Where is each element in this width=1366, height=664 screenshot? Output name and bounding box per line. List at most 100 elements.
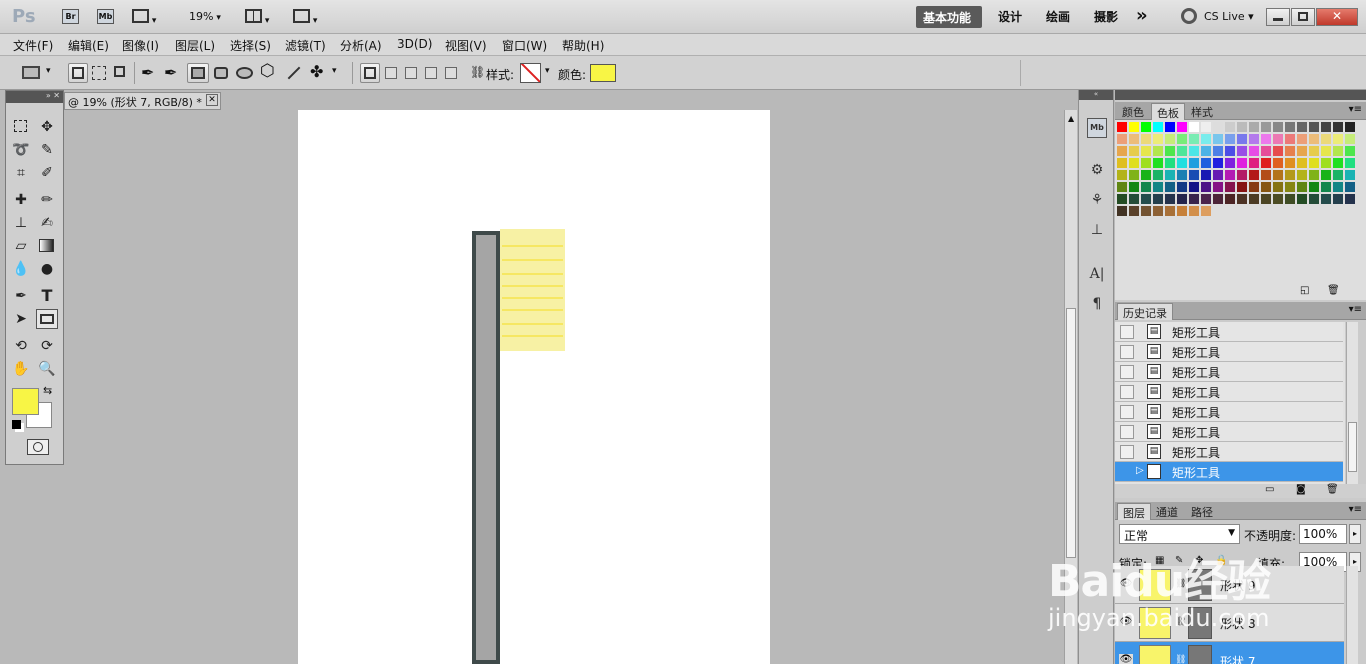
color-swatch[interactable]	[1249, 182, 1259, 192]
color-swatch[interactable]	[1297, 122, 1307, 132]
color-swatch[interactable]	[1273, 134, 1283, 144]
color-swatch[interactable]	[1117, 194, 1127, 204]
color-swatch[interactable]	[1345, 146, 1355, 156]
mini-bridge-panel-icon[interactable]: Mb	[1087, 118, 1107, 138]
brush-presets-icon[interactable]: ⚙	[1087, 162, 1107, 182]
color-swatch[interactable]	[1297, 194, 1307, 204]
color-swatch[interactable]	[1345, 158, 1355, 168]
color-swatch[interactable]	[1261, 170, 1271, 180]
color-swatch[interactable]	[1213, 182, 1223, 192]
history-brush-source-icon[interactable]: ▷	[1136, 465, 1144, 476]
color-swatch[interactable]	[1225, 182, 1235, 192]
new-document-from-state-icon[interactable]: ▭	[1265, 484, 1274, 495]
color-swatch[interactable]	[1321, 146, 1331, 156]
color-swatch[interactable]	[1213, 170, 1223, 180]
color-swatch[interactable]	[1189, 170, 1199, 180]
move-tool-icon[interactable]: ✥	[36, 117, 58, 137]
snapshot-icon[interactable]: ◙	[1296, 484, 1306, 495]
color-swatch[interactable]	[1165, 158, 1175, 168]
color-swatch[interactable]	[1309, 158, 1319, 168]
more-workspaces-icon[interactable]: »	[1136, 5, 1148, 26]
color-swatch[interactable]	[1345, 122, 1355, 132]
color-swatch[interactable]	[1153, 182, 1163, 192]
close-window-button[interactable]: ✕	[1316, 8, 1358, 26]
workspace-painting-button[interactable]: 绘画	[1046, 8, 1070, 25]
color-swatch[interactable]	[1213, 134, 1223, 144]
crop-icon[interactable]: ⌗	[10, 163, 32, 183]
color-swatch[interactable]	[1225, 194, 1235, 204]
lasso-icon[interactable]: ➰	[10, 140, 32, 160]
color-swatch[interactable]	[1129, 170, 1139, 180]
color-swatch[interactable]	[1249, 170, 1259, 180]
color-swatch[interactable]	[1177, 122, 1187, 132]
scroll-up-icon[interactable]: ▲	[1068, 114, 1074, 123]
tab-color[interactable]: 颜色	[1117, 103, 1149, 120]
history-state[interactable]: ▤ 矩形工具	[1115, 342, 1343, 362]
history-state[interactable]: ▤ 矩形工具	[1115, 322, 1343, 342]
panel-menu-icon[interactable]: ▾≡	[1349, 104, 1362, 115]
dodge-icon[interactable]: ●	[36, 259, 58, 279]
color-swatch[interactable]	[1333, 182, 1343, 192]
color-swatch[interactable]	[1129, 194, 1139, 204]
rectangle-tool-button[interactable]	[187, 63, 209, 83]
tab-paths[interactable]: 路径	[1186, 503, 1218, 520]
color-swatch[interactable]	[1249, 158, 1259, 168]
color-swatch[interactable]	[1165, 170, 1175, 180]
tab-styles[interactable]: 样式	[1186, 103, 1218, 120]
color-swatch[interactable]	[1237, 158, 1247, 168]
spot-healing-icon[interactable]: ✚	[10, 190, 32, 210]
pen-tool-icon[interactable]: ✒	[10, 286, 32, 306]
color-swatch[interactable]	[1309, 122, 1319, 132]
path-selection-icon[interactable]: ➤	[10, 309, 32, 329]
rectangle-shape-tool-icon[interactable]	[36, 309, 58, 329]
menu-3d[interactable]: 3D(D)	[397, 37, 432, 51]
color-swatch[interactable]	[1201, 170, 1211, 180]
bridge-launch-button[interactable]: Br	[62, 9, 79, 24]
color-swatch[interactable]	[1285, 134, 1295, 144]
new-swatch-icon[interactable]: ◱	[1300, 285, 1309, 296]
zoom-tool-icon[interactable]: 🔍	[36, 359, 58, 379]
panel-menu-icon[interactable]: ▾≡	[1349, 304, 1362, 315]
color-swatch[interactable]	[1189, 158, 1199, 168]
tool-preset-picker[interactable]	[22, 66, 40, 79]
panel-menu-icon[interactable]: ▾≡	[1349, 504, 1362, 515]
color-swatch[interactable]	[1297, 134, 1307, 144]
history-brush-icon[interactable]: ✍	[36, 213, 58, 233]
menu-window[interactable]: 窗口(W)	[502, 37, 547, 54]
chevron-down-icon[interactable]: ▾	[545, 66, 550, 76]
pen-tool-icon[interactable]: ✒	[141, 63, 154, 82]
delete-swatch-icon[interactable]: 🗑	[1327, 285, 1340, 296]
color-swatch[interactable]	[1117, 170, 1127, 180]
color-swatch[interactable]	[1249, 194, 1259, 204]
color-swatch[interactable]	[1261, 182, 1271, 192]
color-swatch[interactable]	[1201, 206, 1211, 216]
color-swatch[interactable]	[1213, 146, 1223, 156]
history-state[interactable]: ▤ 矩形工具	[1115, 382, 1343, 402]
polygon-icon[interactable]: ⬡	[260, 61, 275, 81]
cs-live-menu[interactable]: CS Live ▾	[1204, 10, 1254, 23]
scrollbar-thumb[interactable]	[1066, 308, 1076, 558]
color-swatch[interactable]	[1345, 134, 1355, 144]
color-swatch[interactable]	[1225, 170, 1235, 180]
color-swatch[interactable]	[1273, 170, 1283, 180]
color-swatch[interactable]	[1237, 170, 1247, 180]
menu-view[interactable]: 视图(V)	[445, 37, 487, 54]
tab-history[interactable]: 历史记录	[1117, 303, 1173, 320]
color-swatch[interactable]	[1237, 122, 1247, 132]
color-swatch[interactable]	[1201, 134, 1211, 144]
clone-stamp-icon[interactable]: ⊥	[10, 213, 32, 233]
mini-bridge-launch-button[interactable]: Mb	[97, 9, 114, 24]
color-swatch[interactable]	[1153, 194, 1163, 204]
3d-orbit-icon[interactable]: ⟳	[36, 336, 58, 356]
workspace-photography-button[interactable]: 摄影	[1094, 8, 1118, 25]
history-scrollbar[interactable]	[1346, 322, 1358, 484]
zoom-level-dropdown[interactable]: 19% ▾	[189, 10, 221, 23]
color-swatch[interactable]	[1177, 194, 1187, 204]
menu-analysis[interactable]: 分析(A)	[340, 37, 382, 54]
style-picker[interactable]	[520, 63, 541, 83]
color-swatch[interactable]	[1285, 182, 1295, 192]
arrange-documents-button[interactable]: ▾	[245, 9, 269, 26]
layer-row-selected[interactable]: 👁 ⛓ 形状 7	[1115, 642, 1344, 664]
color-swatch[interactable]	[1345, 170, 1355, 180]
tools-panel-header[interactable]: » ✕	[6, 91, 63, 103]
